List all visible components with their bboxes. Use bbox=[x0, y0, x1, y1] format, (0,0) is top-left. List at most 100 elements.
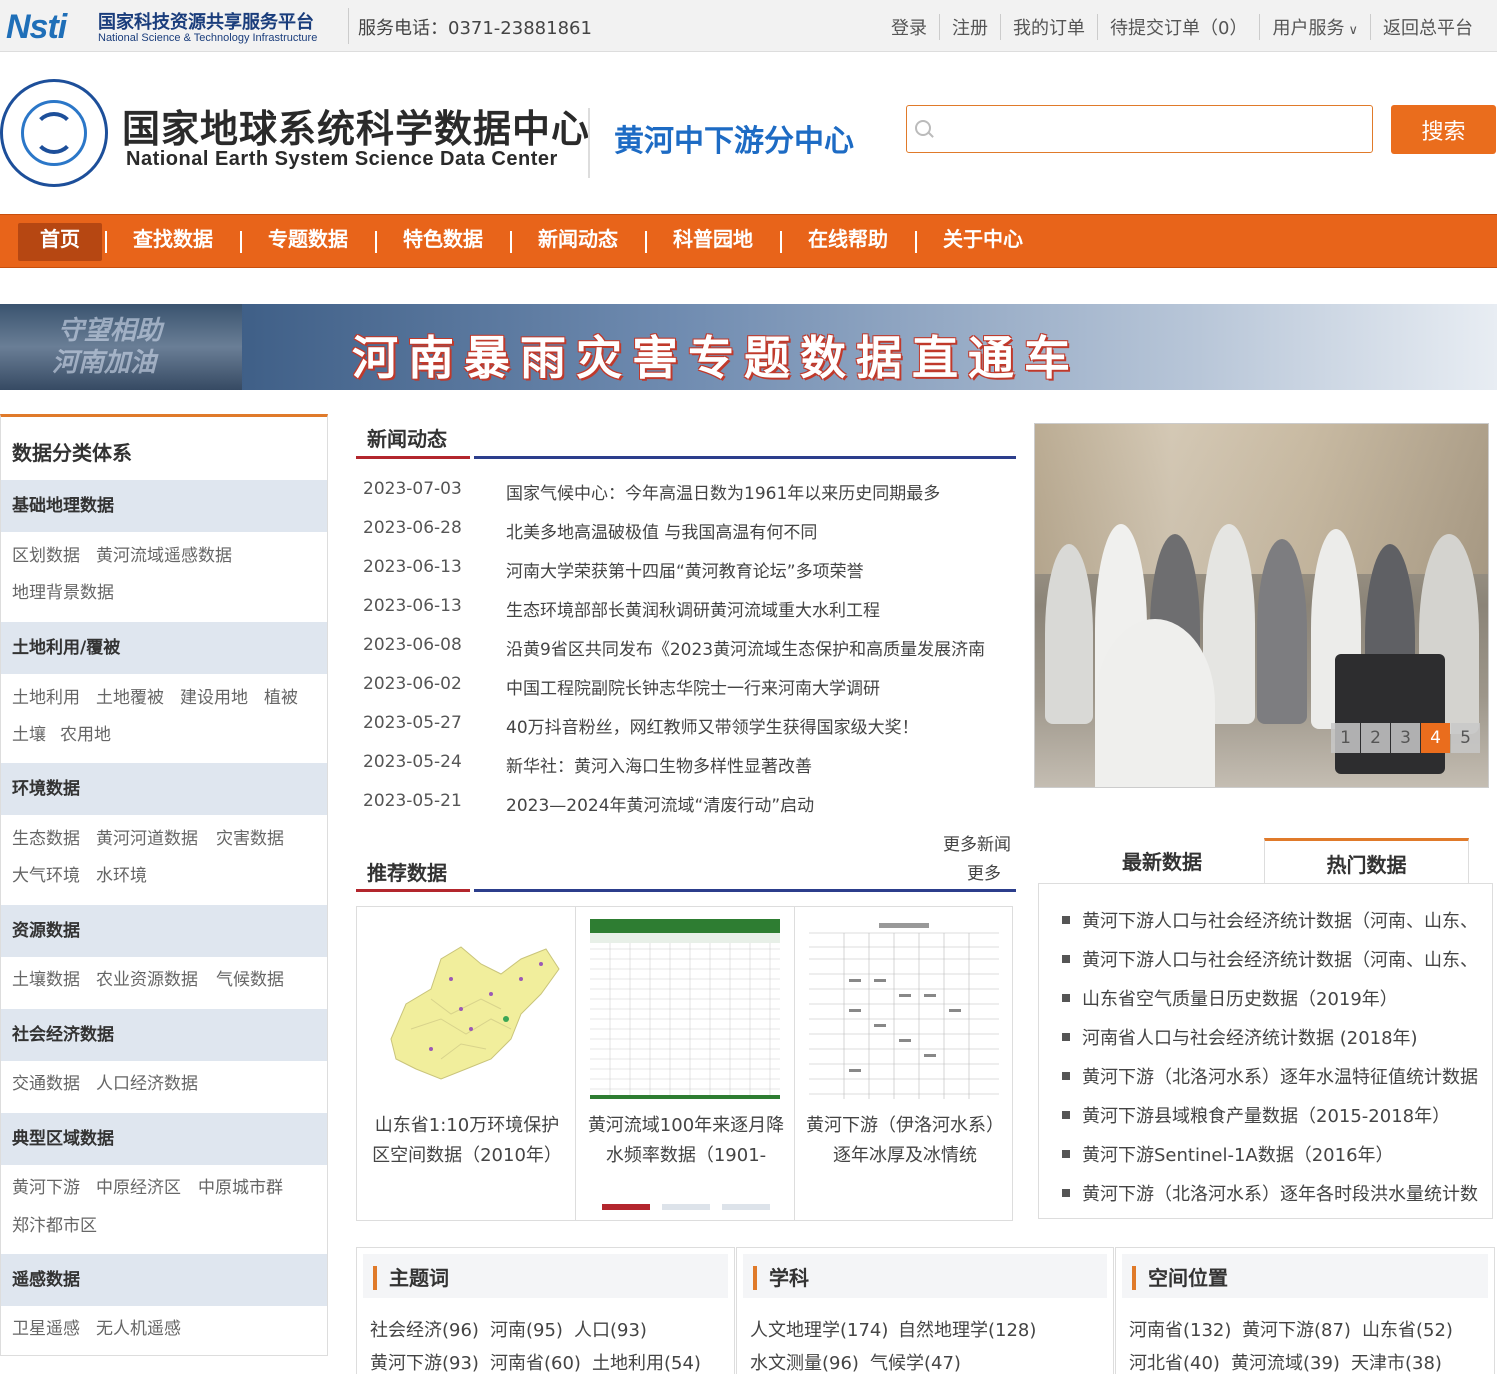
hot-data-item[interactable]: 黄河下游县域粮食产量数据（2015-2018年） bbox=[1062, 1102, 1487, 1128]
slide-page-button-active[interactable]: 4 bbox=[1421, 723, 1450, 753]
search-input[interactable] bbox=[941, 114, 1361, 144]
category-link[interactable]: 水环境 bbox=[96, 861, 147, 886]
back-to-main-platform-link[interactable]: 返回总平台 bbox=[1370, 14, 1485, 40]
category-link[interactable]: 无人机遥感 bbox=[96, 1314, 181, 1339]
nav-about[interactable]: 关于中心 bbox=[928, 223, 1038, 261]
category-link[interactable]: 交通数据 bbox=[12, 1069, 80, 1094]
my-orders-link[interactable]: 我的订单 bbox=[1000, 14, 1097, 40]
carousel-dot[interactable] bbox=[662, 1204, 710, 1210]
category-socioeconomic[interactable]: 社会经济数据 bbox=[1, 1009, 327, 1061]
tab-hot-data[interactable]: 热门数据 bbox=[1264, 838, 1469, 884]
category-link[interactable]: 气候数据 bbox=[216, 965, 284, 990]
data-center-seal-logo[interactable] bbox=[0, 79, 108, 187]
category-link[interactable]: 大气环境 bbox=[12, 861, 80, 886]
search-button[interactable]: 搜索 bbox=[1391, 105, 1496, 154]
news-item[interactable]: 2023-05-27 40万抖音粉丝，网红教师又带领学生获得国家级大奖！ bbox=[363, 713, 1013, 743]
category-link[interactable]: 土壤 bbox=[12, 720, 46, 745]
news-title[interactable]: 北美多地高温破极值 与我国高温有何不同 bbox=[506, 518, 817, 543]
news-item[interactable]: 2023-05-21 2023—2024年黄河流域“清废行动”启动 bbox=[363, 791, 1013, 821]
subject-tag[interactable]: 人文地理学(174) bbox=[750, 1316, 888, 1342]
recommended-heading[interactable]: 推荐数据 bbox=[367, 857, 447, 886]
nsti-logo[interactable]: Nsti 国家科技资源共享服务平台 National Science & Tec… bbox=[6, 6, 341, 46]
tab-latest-data[interactable]: 最新数据 bbox=[1060, 838, 1264, 884]
news-item[interactable]: 2023-06-02 中国工程院副院长钟志华院士一行来河南大学调研 bbox=[363, 674, 1013, 704]
hot-data-item[interactable]: 黄河下游（北洛河水系）逐年水温特征值统计数据 bbox=[1062, 1063, 1487, 1089]
nav-thematic-data[interactable]: 专题数据 bbox=[253, 223, 363, 261]
category-link[interactable]: 灾害数据 bbox=[216, 824, 284, 849]
category-link[interactable]: 土地覆被 bbox=[96, 683, 164, 708]
category-link[interactable]: 农用地 bbox=[60, 720, 111, 745]
nav-home[interactable]: 首页 bbox=[18, 223, 102, 261]
recommended-card[interactable]: 山东省1:10万环境保护区空间数据（2010年） bbox=[357, 907, 576, 1220]
keyword-tag[interactable]: 黄河下游(93) bbox=[370, 1349, 479, 1375]
nav-online-help[interactable]: 在线帮助 bbox=[793, 223, 903, 261]
news-photo-slideshow[interactable]: 1 2 3 4 5 bbox=[1034, 423, 1489, 788]
category-link[interactable]: 人口经济数据 bbox=[96, 1069, 198, 1094]
location-tag[interactable]: 山东省(52) bbox=[1362, 1316, 1453, 1342]
category-link[interactable]: 生态数据 bbox=[12, 824, 80, 849]
news-item[interactable]: 2023-06-28 北美多地高温破极值 与我国高温有何不同 bbox=[363, 518, 1013, 548]
carousel-dot-active[interactable] bbox=[602, 1204, 650, 1210]
pending-orders-link[interactable]: 待提交订单（0） bbox=[1097, 14, 1259, 40]
more-recommended-link[interactable]: 更多 bbox=[967, 859, 1001, 884]
news-item[interactable]: 2023-05-24 新华社：黄河入海口生物多样性显著改善 bbox=[363, 752, 1013, 782]
category-link[interactable]: 农业资源数据 bbox=[96, 965, 198, 990]
user-service-menu[interactable]: 用户服务 ∨ bbox=[1259, 14, 1370, 40]
category-resources[interactable]: 资源数据 bbox=[1, 905, 327, 957]
news-heading[interactable]: 新闻动态 bbox=[367, 423, 447, 452]
location-tag[interactable]: 河南省(132) bbox=[1129, 1316, 1231, 1342]
hot-data-item[interactable]: 黄河下游Sentinel-1A数据（2016年） bbox=[1062, 1141, 1487, 1167]
hot-data-item[interactable]: 河南省人口与社会经济统计数据 (2018年) bbox=[1062, 1024, 1487, 1050]
category-link[interactable]: 郑汴都市区 bbox=[12, 1211, 97, 1236]
category-link[interactable]: 建设用地 bbox=[180, 683, 248, 708]
nav-news[interactable]: 新闻动态 bbox=[523, 223, 633, 261]
subject-tag[interactable]: 水文测量(96) bbox=[750, 1349, 859, 1375]
news-title[interactable]: 2023—2024年黄河流域“清废行动”启动 bbox=[506, 791, 814, 816]
nav-find-data[interactable]: 查找数据 bbox=[118, 223, 228, 261]
slide-page-button[interactable]: 5 bbox=[1451, 723, 1480, 753]
category-land-use[interactable]: 土地利用/覆被 bbox=[1, 622, 327, 674]
news-title[interactable]: 40万抖音粉丝，网红教师又带领学生获得国家级大奖！ bbox=[506, 713, 919, 738]
category-remote-sensing[interactable]: 遥感数据 bbox=[1, 1254, 327, 1306]
keyword-tag[interactable]: 土地利用(54) bbox=[592, 1349, 701, 1375]
category-link[interactable]: 黄河流域遥感数据 bbox=[96, 541, 232, 566]
news-title[interactable]: 生态环境部部长黄润秋调研黄河流域重大水利工程 bbox=[506, 596, 880, 621]
category-link[interactable]: 中原城市群 bbox=[198, 1173, 283, 1198]
slide-page-button[interactable]: 3 bbox=[1391, 723, 1420, 753]
recommended-card[interactable]: 黄河下游（伊洛河水系）逐年冰厚及冰情统 bbox=[795, 907, 1014, 1220]
hot-data-item[interactable]: 黄河下游人口与社会经济统计数据（河南、山东、 bbox=[1062, 946, 1487, 972]
category-typical-region[interactable]: 典型区域数据 bbox=[1, 1113, 327, 1165]
news-title[interactable]: 国家气候中心：今年高温日数为1961年以来历史同期最多 bbox=[506, 479, 940, 504]
location-tag[interactable]: 黄河流域(39) bbox=[1231, 1349, 1340, 1375]
news-item[interactable]: 2023-06-08 沿黄9省区共同发布《2023黄河流域生态保护和高质量发展济南 bbox=[363, 635, 1013, 665]
henan-rainstorm-banner[interactable]: 守望相助 河南加油 河南暴雨灾害专题数据直通车 bbox=[0, 304, 1497, 390]
nav-featured-data[interactable]: 特色数据 bbox=[388, 223, 498, 261]
category-link[interactable]: 区划数据 bbox=[12, 541, 80, 566]
subject-tag[interactable]: 自然地理学(128) bbox=[898, 1316, 1036, 1342]
login-link[interactable]: 登录 bbox=[879, 14, 939, 40]
location-tag[interactable]: 黄河下游(87) bbox=[1242, 1316, 1351, 1342]
subject-tag[interactable]: 气候学(47) bbox=[870, 1349, 961, 1375]
carousel-dot[interactable] bbox=[722, 1204, 770, 1210]
category-basic-geography[interactable]: 基础地理数据 bbox=[1, 480, 327, 532]
nav-science-popularization[interactable]: 科普园地 bbox=[658, 223, 768, 261]
hot-data-item[interactable]: 黄河下游（北洛河水系）逐年各时段洪水量统计数 bbox=[1062, 1180, 1487, 1206]
category-link[interactable]: 黄河下游 bbox=[12, 1173, 80, 1198]
more-news-link[interactable]: 更多新闻 bbox=[943, 830, 1011, 855]
category-link[interactable]: 卫星遥感 bbox=[12, 1314, 80, 1339]
recommended-card[interactable]: 黄河流域100年来逐月降水频率数据（1901- bbox=[576, 907, 795, 1220]
news-title[interactable]: 新华社：黄河入海口生物多样性显著改善 bbox=[506, 752, 812, 777]
category-link[interactable]: 中原经济区 bbox=[96, 1173, 181, 1198]
category-link[interactable]: 黄河河道数据 bbox=[96, 824, 198, 849]
news-title[interactable]: 中国工程院副院长钟志华院士一行来河南大学调研 bbox=[506, 674, 880, 699]
category-link[interactable]: 土地利用 bbox=[12, 683, 80, 708]
news-title[interactable]: 河南大学荣获第十四届“黄河教育论坛”多项荣誉 bbox=[506, 557, 864, 582]
hot-data-item[interactable]: 山东省空气质量日历史数据（2019年） bbox=[1062, 985, 1487, 1011]
category-link[interactable]: 地理背景数据 bbox=[12, 578, 114, 603]
hot-data-item[interactable]: 黄河下游人口与社会经济统计数据（河南、山东、 bbox=[1062, 907, 1487, 933]
keyword-tag[interactable]: 河南省(60) bbox=[490, 1349, 581, 1375]
keyword-tag[interactable]: 社会经济(96) bbox=[370, 1316, 479, 1342]
location-tag[interactable]: 天津市(38) bbox=[1351, 1349, 1442, 1375]
location-tag[interactable]: 河北省(40) bbox=[1129, 1349, 1220, 1375]
category-environment[interactable]: 环境数据 bbox=[1, 763, 327, 815]
